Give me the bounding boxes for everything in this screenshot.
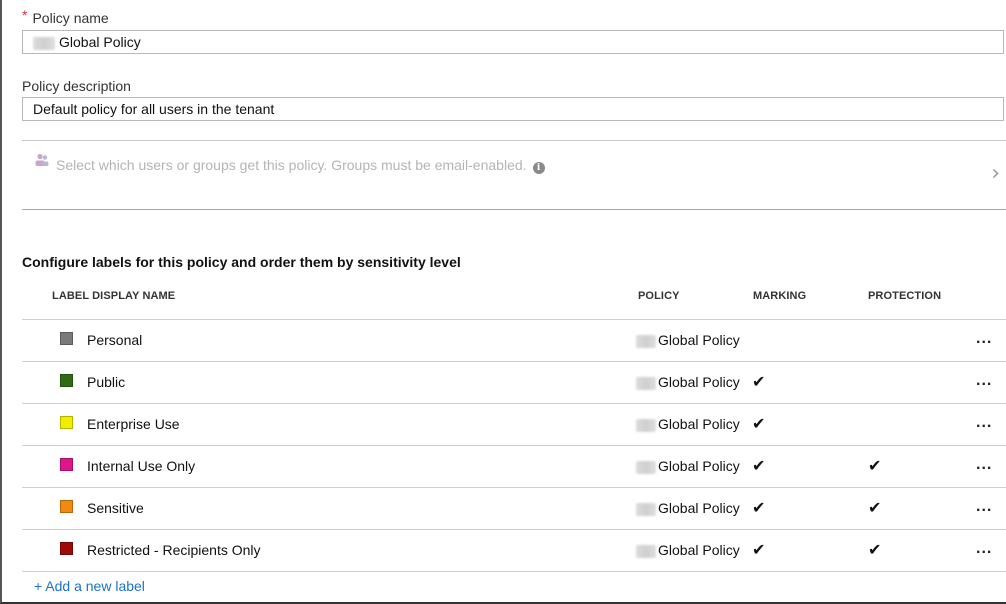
more-options-icon[interactable]: ... [976,372,992,390]
label-policy: Global Policy [636,500,740,516]
label-policy-text: Global Policy [658,500,740,516]
redacted-prefix [636,544,656,558]
redacted-prefix [636,334,656,348]
policy-description-label: Policy description [22,78,131,94]
required-marker: * [22,7,28,23]
label-policy: Global Policy [636,542,740,558]
label-name: Personal [87,332,143,348]
table-row[interactable]: Internal Use Only Global Policy ✔ ✔ ... [22,446,1006,488]
table-row[interactable]: Personal Global Policy ... [22,320,1006,362]
more-options-icon[interactable]: ... [976,456,992,474]
more-options-icon[interactable]: ... [976,498,992,516]
users-group-icon [35,153,49,166]
marking-check-icon: ✔ [752,540,766,559]
policy-name-input[interactable]: Global Policy [22,30,1004,54]
protection-check-icon: ✔ [868,540,882,559]
labels-section-title: Configure labels for this policy and ord… [22,254,461,270]
label-policy-text: Global Policy [658,458,740,474]
label-policy-text: Global Policy [658,332,740,348]
label-policy-text: Global Policy [658,374,740,390]
label-color-swatch [60,416,73,429]
policy-description-input[interactable]: Default policy for all users in the tena… [22,97,1004,121]
chevron-right-icon[interactable]: › [991,161,1000,186]
assign-users-prompt: Select which users or groups get this po… [56,157,527,173]
more-options-icon[interactable]: ... [976,414,992,432]
column-header-protection: PROTECTION [868,290,942,302]
label-policy: Global Policy [636,374,740,390]
redacted-prefix [636,502,656,516]
label-policy: Global Policy [636,332,740,348]
label-color-swatch [60,332,73,345]
label-color-swatch [60,500,73,513]
info-icon[interactable]: i [532,162,545,174]
assign-users-text: Select which users or groups get this po… [56,157,545,174]
policy-description-value: Default policy for all users in the tena… [33,101,275,117]
label-name: Restricted - Recipients Only [87,542,261,558]
table-row[interactable]: Sensitive Global Policy ✔ ✔ ... [22,488,1006,530]
policy-blade: * Policy name Global Policy Policy descri… [0,0,1006,604]
marking-check-icon: ✔ [752,372,766,391]
label-color-swatch [60,458,73,471]
marking-check-icon: ✔ [752,414,766,433]
add-new-label-link[interactable]: + Add a new label [34,578,145,594]
label-name: Internal Use Only [87,458,196,474]
label-color-swatch [60,542,73,555]
assign-users-selector[interactable]: Select which users or groups get this po… [22,140,1006,210]
policy-name-value: Global Policy [59,34,141,50]
column-header-policy: POLICY [638,290,680,302]
redacted-prefix [636,460,656,474]
label-name: Enterprise Use [87,416,180,432]
policy-name-label-text: Policy name [32,10,109,26]
more-options-icon[interactable]: ... [976,330,992,348]
table-row[interactable]: Restricted - Recipients Only Global Poli… [22,530,1006,572]
column-header-marking: MARKING [753,290,807,302]
marking-check-icon: ✔ [752,456,766,475]
label-name: Public [87,374,126,390]
label-policy: Global Policy [636,416,740,432]
redacted-prefix [636,376,656,390]
redacted-prefix [33,36,55,50]
label-policy-text: Global Policy [658,542,740,558]
label-policy: Global Policy [636,458,740,474]
marking-check-icon: ✔ [752,498,766,517]
protection-check-icon: ✔ [868,456,882,475]
label-policy-text: Global Policy [658,416,740,432]
column-header-label-display-name: LABEL DISPLAY NAME [52,290,176,302]
table-row[interactable]: Enterprise Use Global Policy ✔ ... [22,404,1006,446]
more-options-icon[interactable]: ... [976,540,992,558]
redacted-prefix [636,418,656,432]
label-name: Sensitive [87,500,144,516]
table-row[interactable]: Public Global Policy ✔ ... [22,362,1006,404]
policy-name-label: * Policy name [22,7,109,26]
label-color-swatch [60,374,73,387]
protection-check-icon: ✔ [868,498,882,517]
